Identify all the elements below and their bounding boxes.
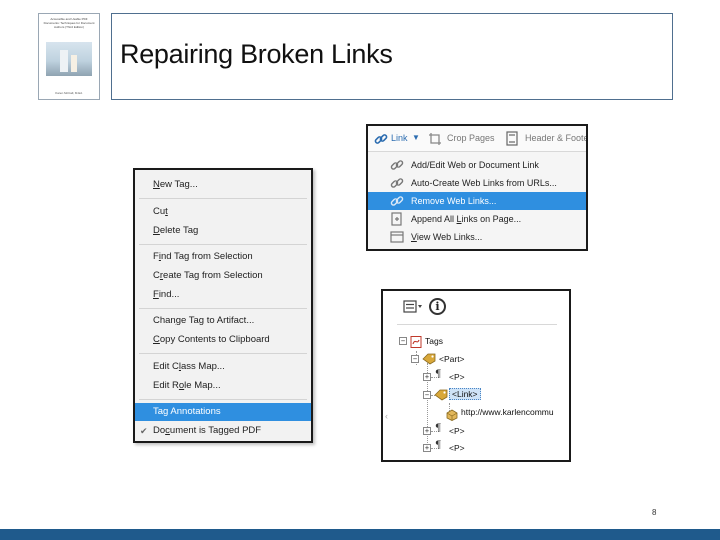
tag-context-menu: New Tag... Cut Delete Tag Find Tag from … [133, 168, 313, 443]
menu-item-document-is-tagged-pdf[interactable]: ✔ Document is Tagged PDF [135, 422, 311, 440]
book-cover-author: Karen McCall, M.Ed. [55, 91, 83, 95]
menu-item-new-tag[interactable]: New Tag... [135, 176, 311, 194]
menu-separator [139, 399, 307, 400]
menu-item-edit-class-map[interactable]: Edit Class Map... [135, 358, 311, 376]
menu-item-delete-tag[interactable]: Delete Tag [135, 222, 311, 240]
link-edit-icon [390, 158, 404, 172]
annotation-object-icon [445, 408, 459, 421]
link-auto-icon [390, 176, 404, 190]
book-cover-image [46, 42, 92, 76]
chevron-down-icon[interactable]: ▼ [412, 133, 420, 142]
link-icon[interactable] [374, 132, 388, 146]
expand-toggle[interactable]: + [423, 373, 431, 381]
footer-bar [0, 529, 720, 540]
pdf-tags-icon [410, 335, 424, 348]
header-footer-button[interactable]: Header & Footer [525, 133, 586, 143]
menu-item-append-all-links[interactable]: Append All Links on Page... [368, 210, 586, 228]
menu-item-add-edit-link[interactable]: Add/Edit Web or Document Link [368, 156, 586, 174]
menu-separator [139, 353, 307, 354]
link-menu-button[interactable]: Link [391, 133, 408, 143]
selected-link-tag[interactable]: <Link> [449, 388, 481, 400]
menu-item-tag-annotations[interactable]: Tag Annotations [135, 403, 311, 421]
menu-item-find-tag-from-selection[interactable]: Find Tag from Selection [135, 248, 311, 266]
expand-toggle[interactable]: + [423, 444, 431, 452]
view-links-icon [390, 230, 404, 244]
page-number: 8 [652, 508, 657, 517]
options-menu-icon[interactable] [403, 299, 423, 315]
toolbar-divider [397, 324, 557, 325]
collapse-toggle[interactable]: − [399, 337, 407, 345]
menu-item-find[interactable]: Find... [135, 286, 311, 304]
book-cover-title: Accessible and Usable PDF Documents: Tec… [43, 17, 95, 29]
tree-node-tags[interactable]: Tags [425, 333, 443, 349]
tag-icon [422, 352, 436, 365]
crop-icon[interactable] [428, 132, 442, 146]
tree-node-p[interactable]: <P> [449, 369, 465, 385]
menu-separator [139, 198, 307, 199]
tree-node-part[interactable]: <Part> [439, 351, 465, 367]
tag-icon [434, 388, 448, 401]
paragraph-icon: ¶ [435, 423, 442, 434]
collapse-toggle[interactable]: − [423, 391, 431, 399]
menu-item-cut[interactable]: Cut [135, 203, 311, 221]
tree-node-p[interactable]: <P> [449, 423, 465, 439]
panel-collapse-icon[interactable]: ‹ [385, 411, 388, 421]
paragraph-icon: ¶ [435, 440, 442, 451]
tree-node-p[interactable]: <P> [449, 440, 465, 456]
paragraph-icon: ¶ [435, 369, 442, 380]
info-icon[interactable]: i [429, 298, 446, 315]
menu-item-copy-contents[interactable]: Copy Contents to Clipboard [135, 331, 311, 349]
page-link-icon [390, 212, 404, 226]
menu-item-create-tag-from-selection[interactable]: Create Tag from Selection [135, 267, 311, 285]
menu-separator [139, 308, 307, 309]
expand-toggle[interactable]: + [423, 427, 431, 435]
crop-pages-button[interactable]: Crop Pages [447, 133, 495, 143]
menu-item-remove-web-links[interactable]: Remove Web Links... [368, 192, 586, 210]
menu-separator [139, 244, 307, 245]
menu-item-auto-create-links[interactable]: Auto-Create Web Links from URLs... [368, 174, 586, 192]
link-toolbar: Link ▼ Crop Pages Header & Footer [368, 126, 586, 152]
tags-panel: i ‹ − Tags − <Part> + ¶ <P> − <Link> htt… [381, 289, 571, 462]
tree-node-link[interactable]: <Link> [449, 386, 481, 402]
menu-item-change-tag-to-artifact[interactable]: Change Tag to Artifact... [135, 312, 311, 330]
tree-node-link-url[interactable]: http://www.karlencommu [461, 404, 554, 420]
slide-title-box: Repairing Broken Links [111, 13, 673, 100]
link-menu-panel: Link ▼ Crop Pages Header & Footer Add/Ed… [366, 124, 588, 251]
checkmark-icon: ✔ [140, 426, 148, 436]
collapse-toggle[interactable]: − [411, 355, 419, 363]
slide-title: Repairing Broken Links [120, 39, 393, 69]
menu-item-view-web-links[interactable]: View Web Links... [368, 228, 586, 246]
menu-item-edit-role-map[interactable]: Edit Role Map... [135, 377, 311, 395]
header-footer-icon[interactable] [506, 131, 518, 146]
link-remove-icon [390, 194, 404, 208]
book-cover-thumbnail: Accessible and Usable PDF Documents: Tec… [38, 13, 100, 100]
